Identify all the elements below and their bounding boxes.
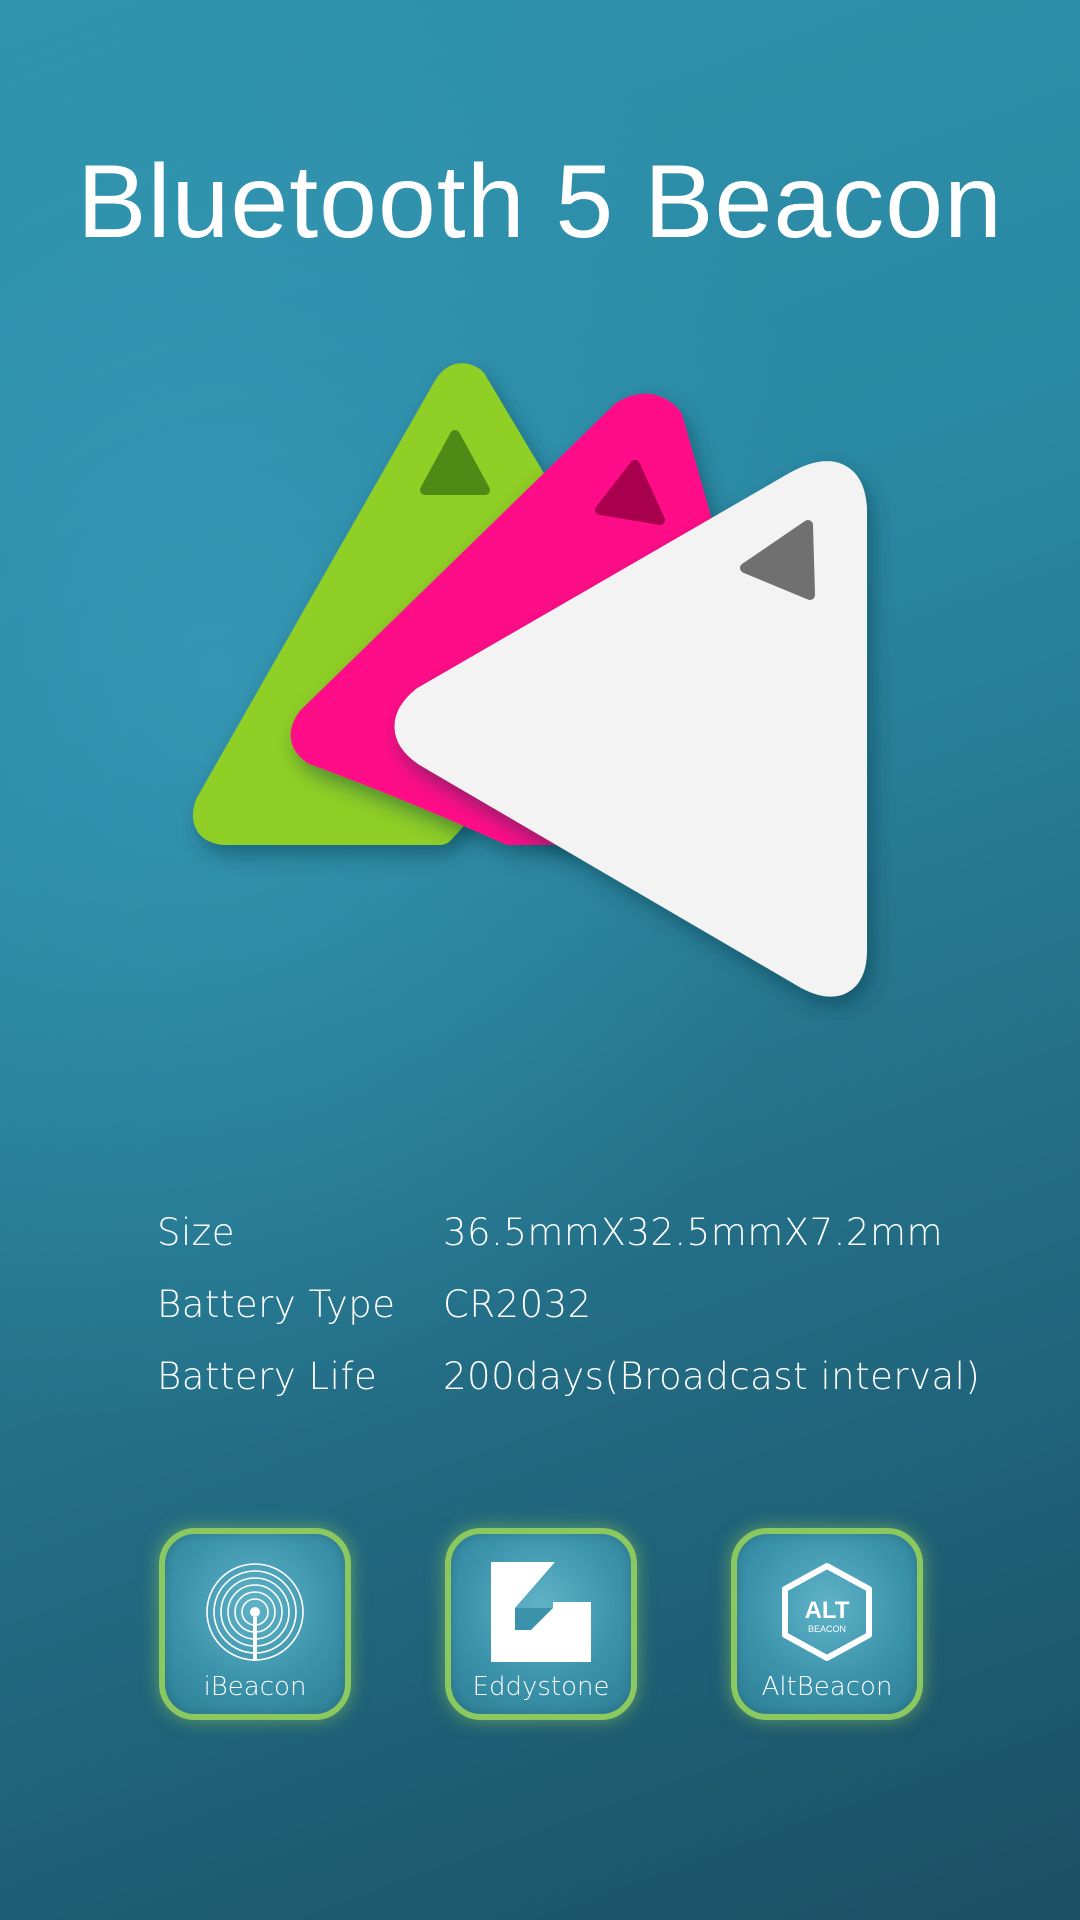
spec-label: Size bbox=[157, 1210, 235, 1254]
spec-value: 200days(Broadcast interval) bbox=[443, 1354, 981, 1398]
spec-label: Battery Life bbox=[157, 1354, 378, 1398]
altbeacon-icon: ALT BEACON bbox=[782, 1563, 872, 1661]
eddystone-icon bbox=[491, 1562, 591, 1662]
badge-ibeacon: iBeacon bbox=[159, 1528, 351, 1720]
altbeacon-icon-subtext: BEACON bbox=[808, 1624, 846, 1634]
badge-altbeacon: ALT BEACON AltBeacon bbox=[731, 1528, 923, 1720]
badge-label: Eddystone bbox=[472, 1672, 610, 1702]
spec-value: 36.5mmX32.5mmX7.2mm bbox=[443, 1210, 944, 1254]
spec-table: Size 36.5mmX32.5mmX7.2mm Battery Type CR… bbox=[157, 1196, 1017, 1412]
beacon-product-image bbox=[193, 363, 867, 997]
spec-row-battery-type: Battery Type CR2032 bbox=[157, 1268, 1017, 1340]
spec-label: Battery Type bbox=[157, 1282, 396, 1326]
altbeacon-icon-text: ALT bbox=[805, 1597, 850, 1624]
page-title: Bluetooth 5 Beacon bbox=[77, 143, 1003, 260]
badge-label: iBeacon bbox=[203, 1672, 307, 1702]
ibeacon-icon bbox=[206, 1563, 304, 1661]
spec-row-battery-life: Battery Life 200days(Broadcast interval) bbox=[157, 1340, 1017, 1412]
badge-label: AltBeacon bbox=[761, 1672, 893, 1702]
protocol-badges: iBeacon Eddystone ALT BEACON AltBeacon bbox=[159, 1528, 923, 1720]
spec-value: CR2032 bbox=[443, 1282, 592, 1326]
spec-row-size: Size 36.5mmX32.5mmX7.2mm bbox=[157, 1196, 1017, 1268]
badge-eddystone: Eddystone bbox=[445, 1528, 637, 1720]
